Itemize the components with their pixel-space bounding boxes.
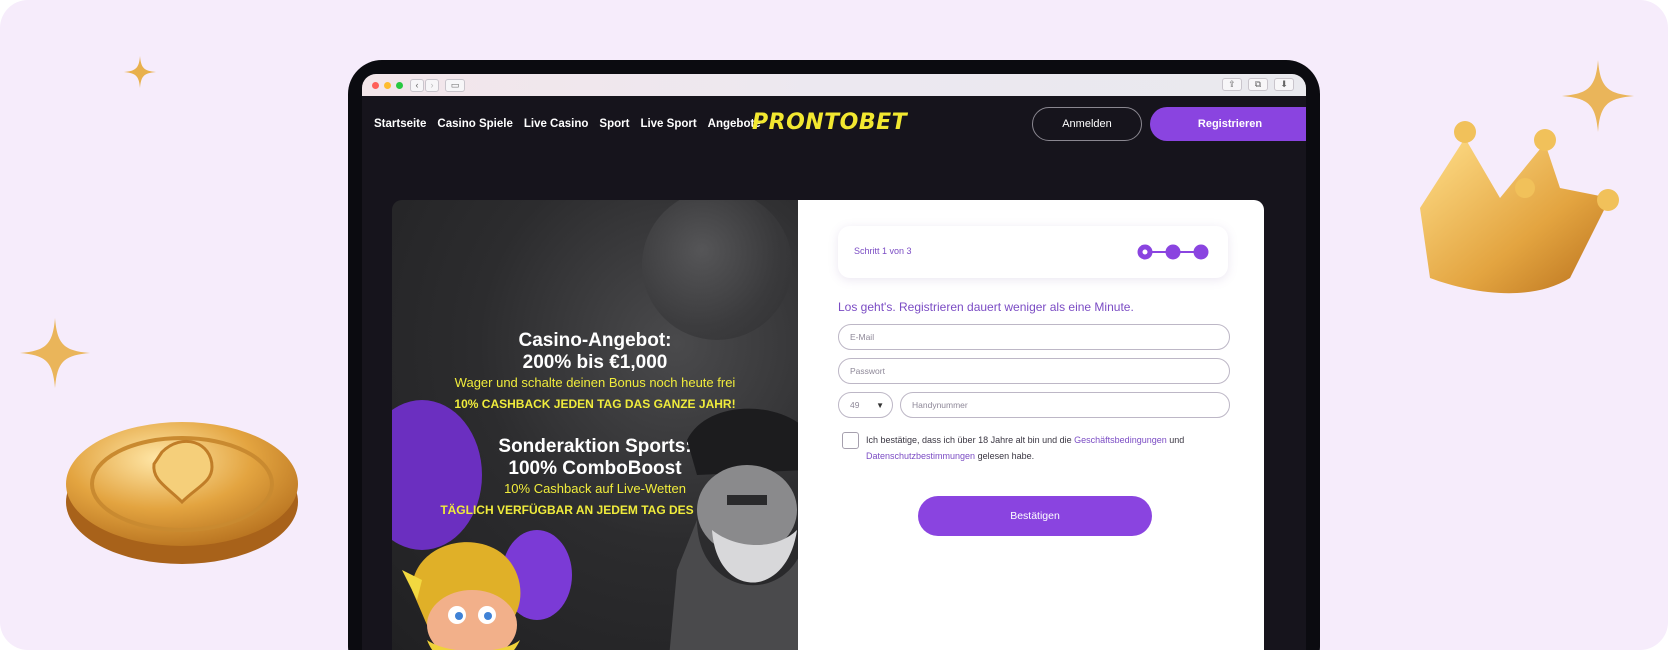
phone-placeholder: Handynummer [912,400,968,410]
consent-and: und [1169,435,1185,445]
chevron-right-icon[interactable]: › [425,78,439,92]
consent-prefix: Ich bestätige, dass ich über 18 Jahre al… [866,435,1072,445]
nav-link-live-sport[interactable]: Live Sport [640,118,696,130]
main-nav: Startseite Casino Spiele Live Casino Spo… [362,118,761,130]
country-code-select[interactable]: 49 ▼ [838,392,893,418]
casino-offer-subtitle: Wager und schalte deinen Bonus noch heut… [454,375,736,390]
zoom-window-dot[interactable] [396,81,403,89]
submit-button[interactable]: Bestätigen [918,496,1152,536]
tablet-device: ‹ › ▭ ⇪ ⧉ ⬇ Startseite Casino Spiele Liv… [348,60,1320,650]
casino-offer-amount: 200% bis €1,000 [522,352,668,373]
email-placeholder: E-Mail [850,332,875,342]
casino-offer-title: Casino-Angebot: [518,330,672,351]
browser-screen: ‹ › ▭ ⇪ ⧉ ⬇ Startseite Casino Spiele Liv… [362,74,1306,650]
age-consent-checkbox[interactable] [842,432,859,449]
consent-text: Ich bestätige, dass ich über 18 Jahre al… [866,432,1226,464]
browser-toolbar: ‹ › ▭ ⇪ ⧉ ⬇ [362,74,1306,96]
chevron-left-icon[interactable]: ‹ [410,78,424,92]
site-header: Startseite Casino Spiele Live Casino Spo… [362,96,1306,152]
password-placeholder: Passwort [850,366,885,376]
gold-crown-icon [1420,121,1619,294]
register-button[interactable]: Registrieren [1150,107,1306,141]
tabs-icon[interactable]: ⧉ [1248,78,1268,91]
close-window-dot[interactable] [372,81,379,89]
site-logo[interactable]: PRONTOBET [752,110,907,135]
download-icon[interactable]: ⬇ [1274,78,1294,91]
form-headline: Los geht's. Registrieren dauert weniger … [838,300,1134,314]
step-label: Schritt 1 von 3 [854,246,912,256]
gold-coin-icon [66,422,298,564]
moon-illustration [642,200,792,340]
nav-link-casino-spiele[interactable]: Casino Spiele [437,118,512,130]
nav-link-sport[interactable]: Sport [599,118,629,130]
consent-suffix: gelesen habe. [977,451,1035,461]
registration-form: Schritt 1 von 3 Los geht's. Registrieren… [798,200,1264,650]
terms-link[interactable]: Geschäftsbedingungen [1074,435,1167,445]
phone-field[interactable]: Handynummer [900,392,1230,418]
nav-link-live-casino[interactable]: Live Casino [524,118,589,130]
login-button[interactable]: Anmelden [1032,107,1142,141]
step-indicator-card: Schritt 1 von 3 [838,226,1228,278]
dwarf-character-illustration [402,542,521,650]
progress-stepper [1137,244,1209,260]
pirate-character-illustration [669,408,798,650]
email-field[interactable]: E-Mail [838,324,1230,350]
chevron-down-icon: ▼ [876,401,884,410]
nav-link-startseite[interactable]: Startseite [374,118,426,130]
promo-panel: Casino-Angebot: 200% bis €1,000 Wager un… [392,200,798,650]
password-field[interactable]: Passwort [838,358,1230,384]
share-icon[interactable]: ⇪ [1222,78,1242,91]
minimize-window-dot[interactable] [384,81,391,89]
step-dot-3 [1193,244,1209,260]
sidebar-icon[interactable]: ▭ [445,78,465,92]
country-code-value: 49 [850,400,860,410]
sparkle-icon [20,318,90,388]
step-dot-2 [1165,244,1181,260]
illustration-canvas: ‹ › ▭ ⇪ ⧉ ⬇ Startseite Casino Spiele Liv… [0,0,1668,650]
sparkle-icon [124,56,156,88]
privacy-link[interactable]: Datenschutzbestimmungen [866,451,975,461]
